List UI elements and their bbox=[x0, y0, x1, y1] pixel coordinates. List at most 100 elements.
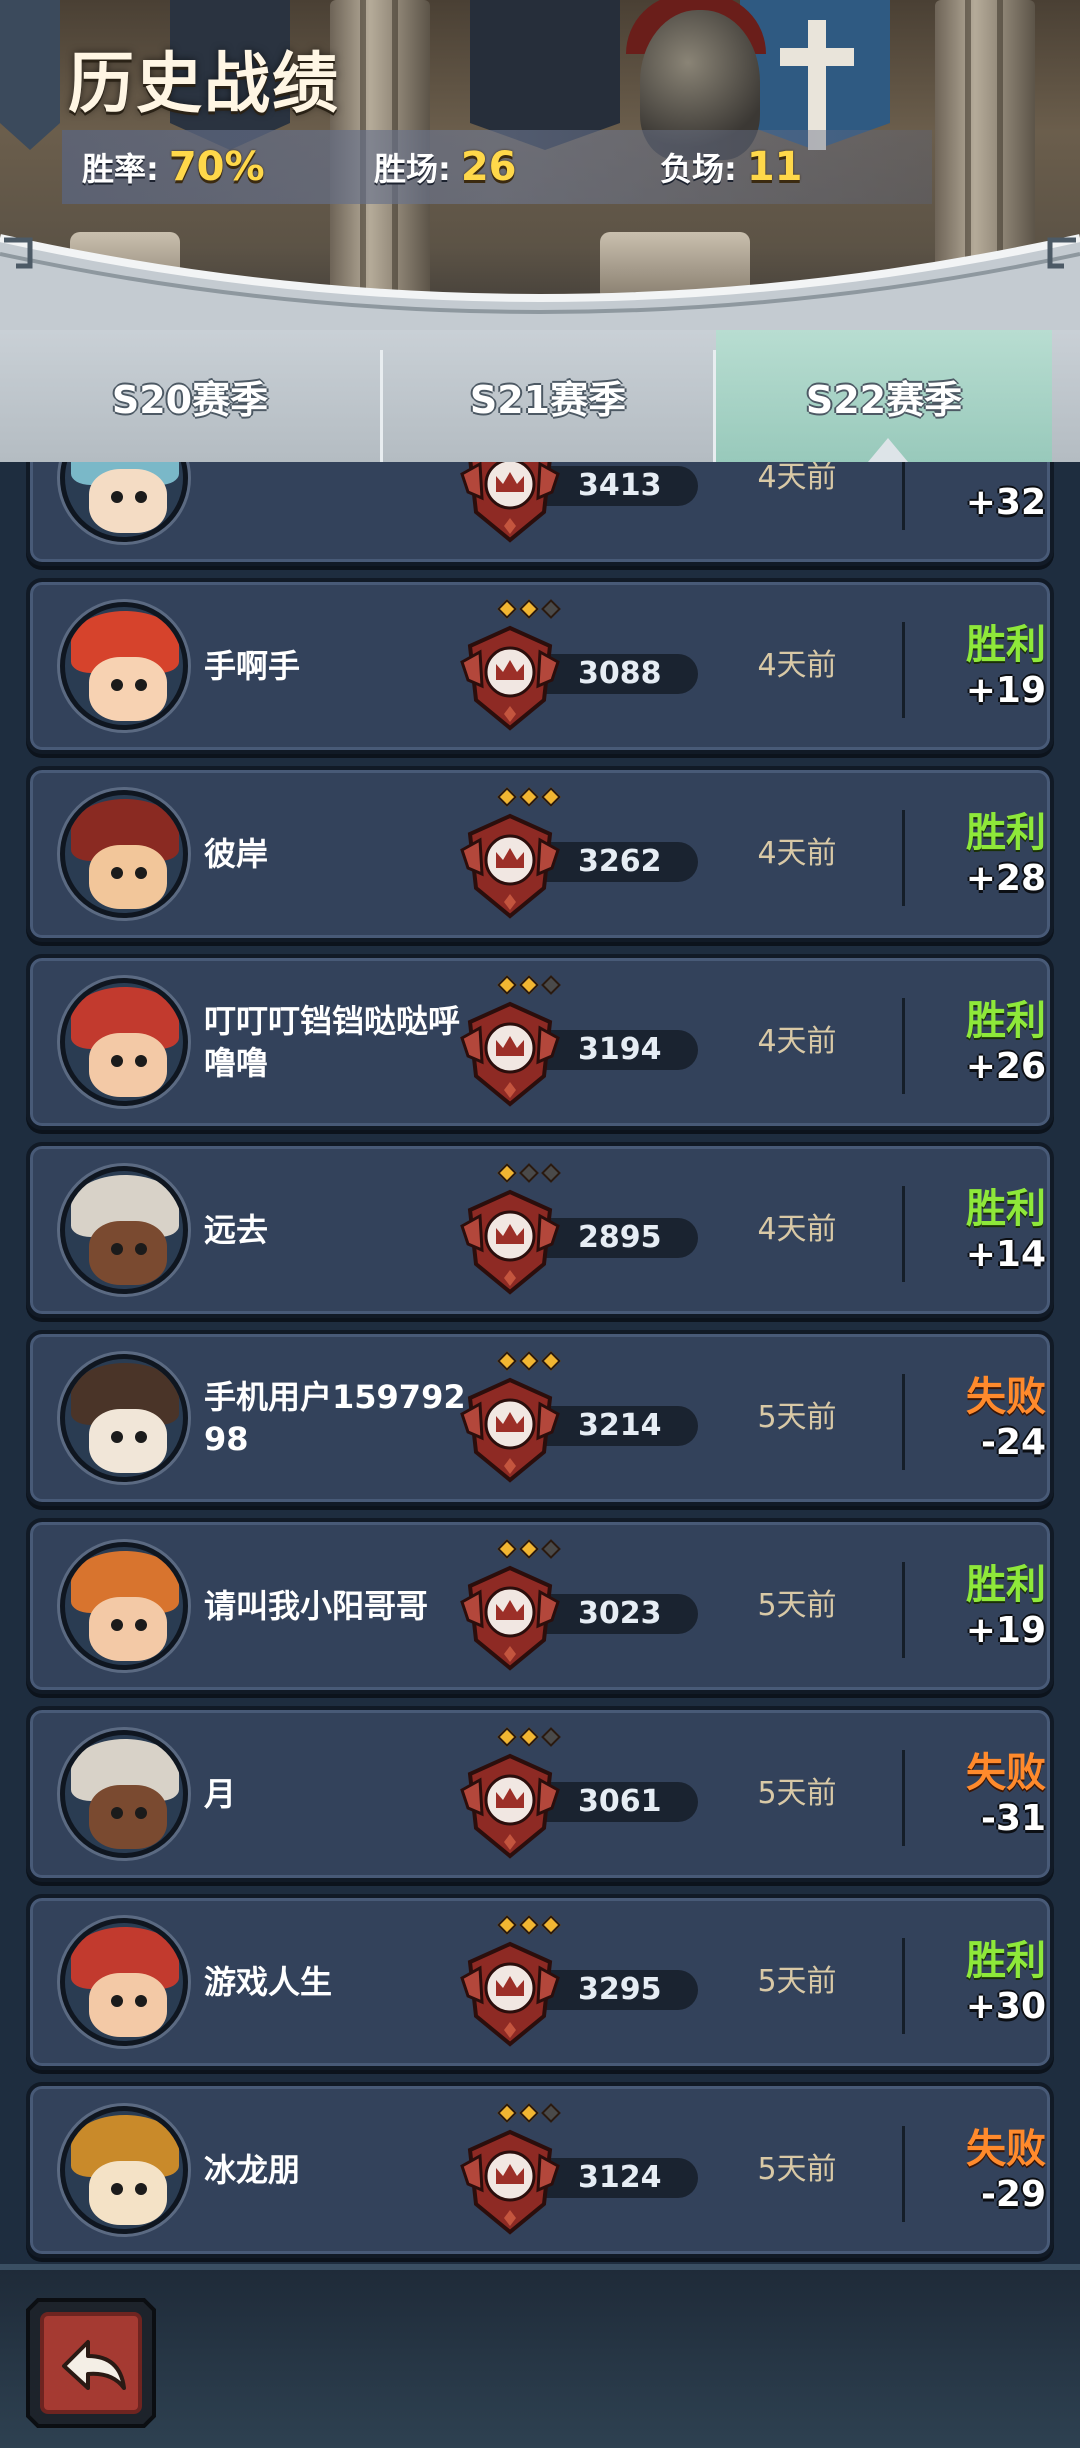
rank-badge: 3194 bbox=[460, 975, 700, 1108]
score-change: +19 bbox=[965, 1610, 1046, 1651]
rank-stars bbox=[497, 975, 564, 995]
player-avatar[interactable] bbox=[60, 1166, 188, 1294]
row-divider bbox=[902, 1938, 905, 2034]
crown-shield-icon bbox=[460, 462, 560, 543]
match-row[interactable]: 叮叮叮铛铛哒哒呼噜噜 3194 4天前 胜利 +26 bbox=[26, 954, 1054, 1130]
match-row[interactable]: 手机用户15979298 3214 5天前 失败 -24 bbox=[26, 1330, 1054, 1506]
crown-shield-icon bbox=[460, 1565, 560, 1671]
wins-stat: 胜场: 26 bbox=[374, 130, 516, 204]
player-name: 叮叮叮铛铛哒哒呼噜噜 bbox=[204, 1002, 461, 1082]
rank-stars bbox=[497, 787, 564, 807]
diamond-star-icon bbox=[519, 599, 539, 619]
crown-shield-icon bbox=[460, 625, 560, 731]
player-avatar[interactable] bbox=[60, 1918, 188, 2046]
row-divider bbox=[902, 462, 905, 530]
score-change: +28 bbox=[965, 858, 1046, 899]
diamond-star-icon bbox=[541, 1727, 561, 1747]
row-divider bbox=[902, 2126, 905, 2222]
rank-stars bbox=[497, 2103, 564, 2123]
rank-stars bbox=[497, 1351, 564, 1371]
match-result: 胜利 bbox=[966, 1562, 1046, 1608]
wall-banner bbox=[0, 0, 60, 150]
match-result: 胜利 bbox=[966, 1186, 1046, 1232]
score-change: -24 bbox=[980, 1422, 1046, 1463]
match-time: 5天前 bbox=[757, 1964, 837, 1999]
score-change: -31 bbox=[980, 1798, 1046, 1839]
tab-s21[interactable]: S21赛季 bbox=[383, 330, 713, 462]
crown-shield-icon bbox=[460, 813, 560, 919]
match-time: 5天前 bbox=[757, 1776, 837, 1811]
rank-badge: 3061 bbox=[460, 1727, 700, 1860]
score-change: +19 bbox=[965, 670, 1046, 711]
row-divider bbox=[902, 810, 905, 906]
diamond-star-icon bbox=[497, 1915, 517, 1935]
diamond-star-icon bbox=[541, 1351, 561, 1371]
player-name: 远去 bbox=[204, 1211, 269, 1249]
player-avatar[interactable] bbox=[60, 602, 188, 730]
diamond-star-icon bbox=[519, 1727, 539, 1747]
player-avatar[interactable] bbox=[60, 1542, 188, 1670]
diamond-star-icon bbox=[541, 2103, 561, 2123]
player-avatar[interactable] bbox=[60, 790, 188, 918]
diamond-star-icon bbox=[497, 1351, 517, 1371]
rank-score: 3061 bbox=[578, 1784, 662, 1819]
tab-s20[interactable]: S20赛季 bbox=[0, 330, 380, 462]
match-time: 4天前 bbox=[757, 648, 837, 683]
rank-score: 3194 bbox=[578, 1032, 662, 1067]
match-row[interactable]: 3413 4天前 +32 bbox=[26, 462, 1054, 566]
player-avatar[interactable] bbox=[60, 1730, 188, 1858]
player-name: 月 bbox=[204, 1775, 237, 1813]
row-divider bbox=[902, 1186, 905, 1282]
season-tabs: S20赛季 S21赛季 S22赛季 bbox=[0, 330, 1080, 462]
rank-badge: 3413 bbox=[460, 462, 700, 544]
match-row[interactable]: 彼岸 3262 4天前 胜利 +28 bbox=[26, 766, 1054, 942]
rank-score: 3262 bbox=[578, 844, 662, 879]
player-avatar[interactable] bbox=[60, 2106, 188, 2234]
rank-badge: 3262 bbox=[460, 787, 700, 920]
rank-stars bbox=[497, 1915, 564, 1935]
footer-divider bbox=[0, 2264, 1080, 2270]
crown-shield-icon bbox=[460, 1753, 560, 1859]
score-change: +14 bbox=[965, 1234, 1046, 1275]
match-row[interactable]: 月 3061 5天前 失败 -31 bbox=[26, 1706, 1054, 1882]
player-avatar[interactable] bbox=[60, 978, 188, 1106]
score-change: +26 bbox=[965, 1046, 1046, 1087]
diamond-star-icon bbox=[497, 1163, 517, 1183]
score-change: +30 bbox=[965, 1986, 1046, 2027]
row-divider bbox=[902, 1374, 905, 1470]
diamond-star-icon bbox=[519, 1915, 539, 1935]
rank-stars bbox=[497, 1539, 564, 1559]
player-name: 请叫我小阳哥哥 bbox=[204, 1587, 429, 1625]
rank-badge: 3214 bbox=[460, 1351, 700, 1484]
rank-badge: 2895 bbox=[460, 1163, 700, 1296]
row-divider bbox=[902, 1750, 905, 1846]
match-result: 胜利 bbox=[966, 810, 1046, 856]
player-name: 游戏人生 bbox=[204, 1963, 333, 2001]
rank-badge: 3295 bbox=[460, 1915, 700, 2048]
diamond-star-icon bbox=[519, 1351, 539, 1371]
diamond-star-icon bbox=[541, 1539, 561, 1559]
rank-stars bbox=[497, 1727, 564, 1747]
match-list[interactable]: 3413 4天前 +32 手啊手 3088 4天前 胜利 +19 彼岸 3262… bbox=[0, 462, 1080, 2264]
row-divider bbox=[902, 622, 905, 718]
match-result: 失败 bbox=[966, 1374, 1046, 1420]
match-row[interactable]: 手啊手 3088 4天前 胜利 +19 bbox=[26, 578, 1054, 754]
diamond-star-icon bbox=[497, 1539, 517, 1559]
player-avatar[interactable] bbox=[60, 462, 188, 542]
header-curve-frame bbox=[0, 234, 1080, 330]
footer-bar bbox=[0, 2264, 1080, 2448]
match-row[interactable]: 请叫我小阳哥哥 3023 5天前 胜利 +19 bbox=[26, 1518, 1054, 1694]
diamond-star-icon bbox=[497, 599, 517, 619]
match-row[interactable]: 冰龙朋 3124 5天前 失败 -29 bbox=[26, 2082, 1054, 2258]
match-row[interactable]: 游戏人生 3295 5天前 胜利 +30 bbox=[26, 1894, 1054, 2070]
diamond-star-icon bbox=[519, 1163, 539, 1183]
page-title: 历史战绩 bbox=[68, 45, 340, 122]
cross-emblem bbox=[780, 48, 854, 66]
crown-shield-icon bbox=[460, 1189, 560, 1295]
rank-stars bbox=[497, 1163, 564, 1183]
match-row[interactable]: 远去 2895 4天前 胜利 +14 bbox=[26, 1142, 1054, 1318]
row-divider bbox=[902, 998, 905, 1094]
diamond-star-icon bbox=[541, 787, 561, 807]
player-avatar[interactable] bbox=[60, 1354, 188, 1482]
back-arrow-icon[interactable] bbox=[24, 2296, 158, 2430]
